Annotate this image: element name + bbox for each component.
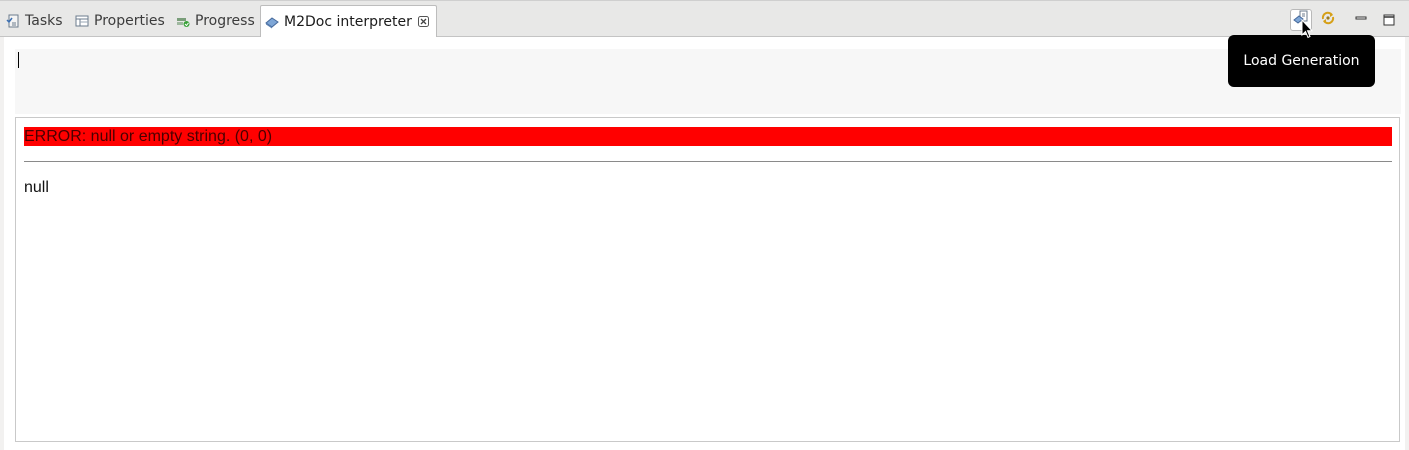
tooltip-text: Load Generation <box>1243 53 1360 69</box>
error-message: ERROR: null or empty string. (0, 0) <box>24 127 1392 146</box>
tab-tasks[interactable]: Tasks <box>6 5 63 36</box>
tab-label: Progress <box>195 12 255 29</box>
text-caret <box>18 52 19 68</box>
expression-input[interactable] <box>15 49 1401 114</box>
close-icon[interactable] <box>418 16 430 28</box>
tab-progress[interactable]: Progress <box>176 5 255 36</box>
tasks-icon <box>6 14 20 28</box>
maximize-icon <box>1383 11 1395 30</box>
m2doc-interpreter-view: ERROR: null or empty string. (0, 0) null <box>4 37 1405 450</box>
mouse-cursor-icon <box>1301 18 1314 43</box>
properties-icon <box>75 14 89 28</box>
progress-icon <box>176 14 190 28</box>
tab-m2doc-interpreter[interactable]: M2Doc interpreter <box>260 5 437 37</box>
tab-label: M2Doc interpreter <box>284 13 412 30</box>
minimize-icon <box>1355 9 1367 28</box>
evaluation-result-panel[interactable]: ERROR: null or empty string. (0, 0) null <box>15 117 1400 442</box>
tab-label: Tasks <box>25 12 63 29</box>
tab-label: Properties <box>94 12 165 29</box>
tab-properties[interactable]: Properties <box>75 5 165 36</box>
refresh-icon <box>1320 10 1336 30</box>
m2doc-icon <box>265 15 279 29</box>
minimize-button[interactable] <box>1350 7 1372 29</box>
result-separator <box>24 161 1392 162</box>
refresh-button[interactable] <box>1317 9 1339 31</box>
maximize-button[interactable] <box>1378 9 1400 31</box>
result-value: null <box>24 179 49 196</box>
